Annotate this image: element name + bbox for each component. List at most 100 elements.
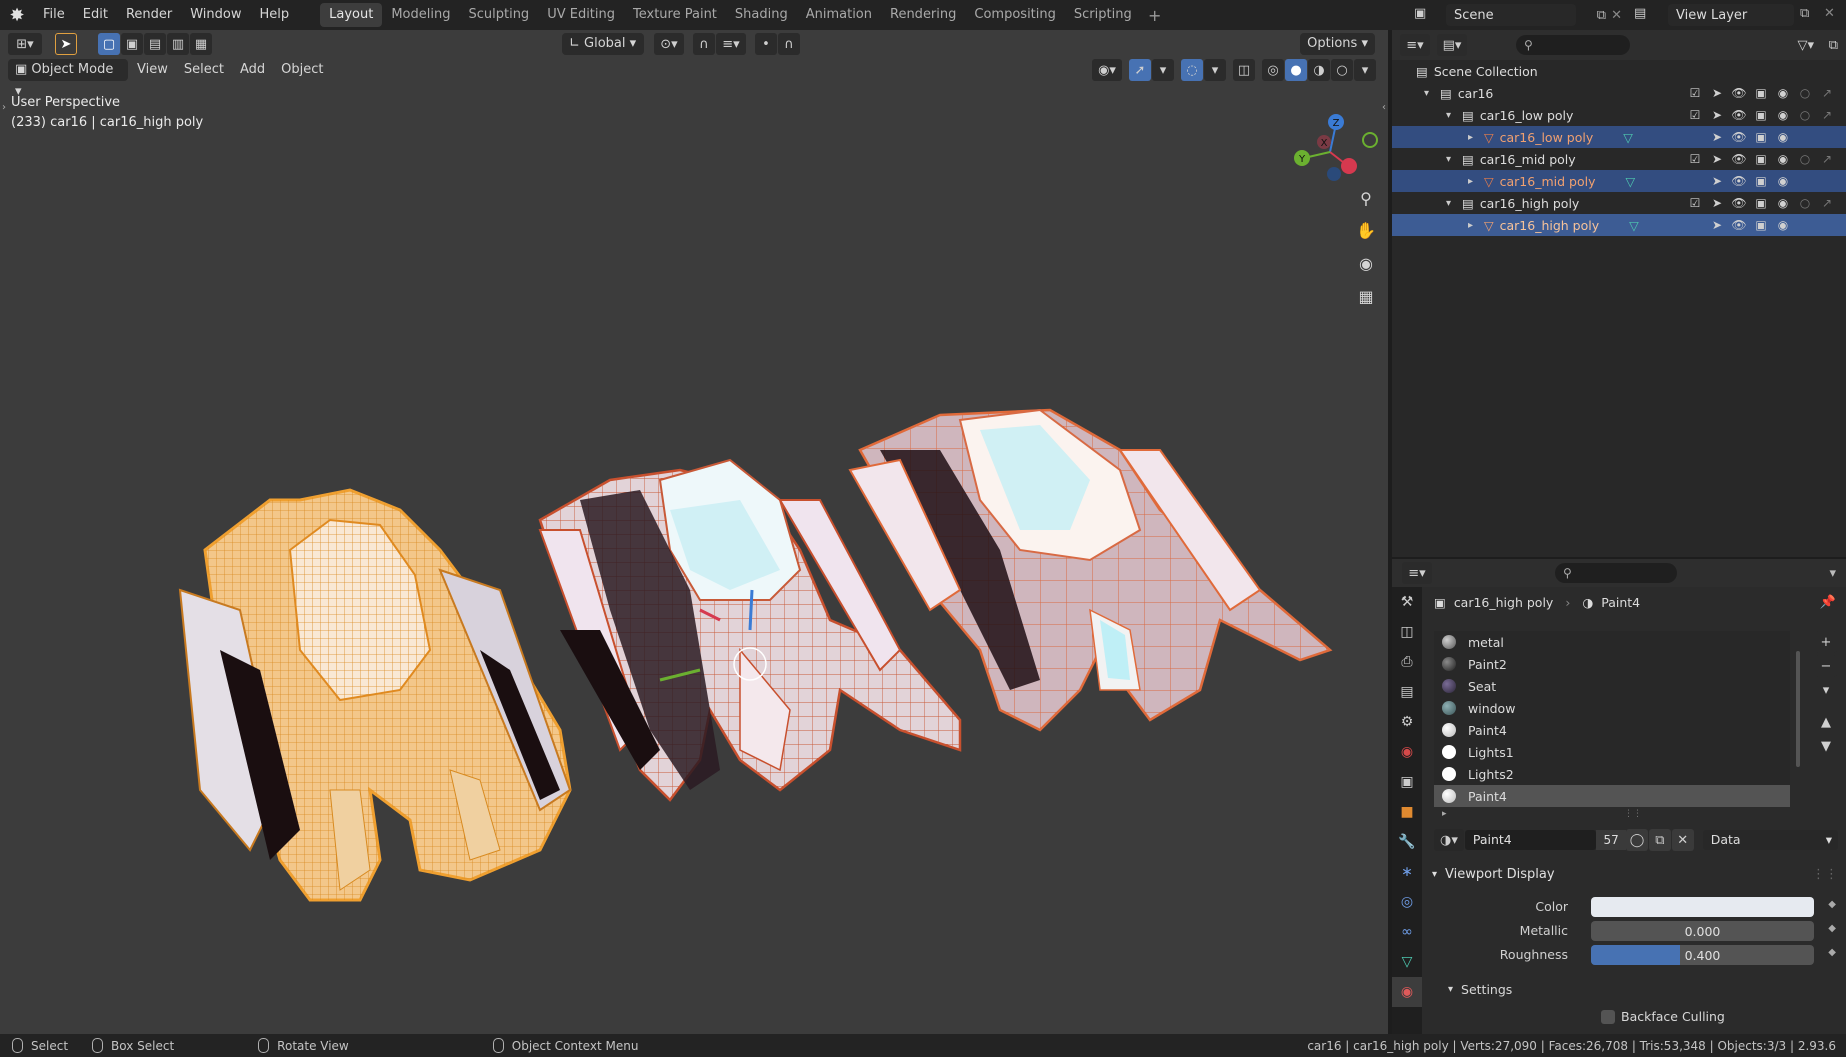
checkbox-icon[interactable]: ☑ <box>1684 108 1706 122</box>
outliner-row-car16-high-poly-object[interactable]: ▸ ▽ car16_high poly ▽ ➤ 👁 ▣ ◉ <box>1392 214 1846 236</box>
outliner-row-car16[interactable]: ▾ ▤ car16 ☑ ➤ 👁 ▣ ◉ ○ ↗ <box>1392 82 1846 104</box>
scene-render[interactable] <box>0 30 1390 1034</box>
constraints-tab-icon[interactable]: ∞ <box>1392 917 1422 947</box>
mesh-data-icon[interactable]: ▽ <box>1625 174 1635 189</box>
browse-material-icon[interactable]: ◑▾ <box>1434 829 1464 851</box>
indirect-icon[interactable]: ↗ <box>1816 196 1838 210</box>
checkbox-icon[interactable]: ☑ <box>1684 86 1706 100</box>
slot-specials-icon[interactable]: ▾ <box>1815 679 1837 701</box>
animate-color-icon[interactable]: ◆ <box>1828 899 1836 910</box>
render-camera-icon[interactable]: ◉ <box>1772 130 1794 144</box>
viewport-disable-icon[interactable]: ▣ <box>1750 196 1772 210</box>
tab-compositing[interactable]: Compositing <box>965 3 1065 27</box>
list-item[interactable]: Paint4 <box>1434 785 1790 807</box>
animate-metallic-icon[interactable]: ◆ <box>1828 923 1836 934</box>
pin-icon[interactable]: 📌 <box>1820 595 1836 610</box>
eye-icon[interactable]: 👁 <box>1728 196 1750 210</box>
output-tab-icon[interactable]: ⎙ <box>1392 647 1422 677</box>
expand-toggle-icon[interactable]: ▸ <box>1468 176 1482 187</box>
delete-view-layer-icon[interactable]: ✕ <box>1824 6 1835 21</box>
add-slot-icon[interactable]: + <box>1815 631 1837 653</box>
panel-drag-handle-icon[interactable]: ⋮⋮ <box>1812 867 1838 882</box>
roughness-slider[interactable]: 0.400 <box>1591 945 1814 965</box>
checkbox-icon[interactable]: ☑ <box>1684 196 1706 210</box>
menu-file[interactable]: File <box>34 0 74 30</box>
viewport-disable-icon[interactable]: ▣ <box>1750 130 1772 144</box>
menu-window[interactable]: Window <box>181 0 250 30</box>
blender-logo-icon[interactable]: ✸ <box>0 0 34 30</box>
physics-tab-icon[interactable]: ◎ <box>1392 887 1422 917</box>
selectable-icon[interactable]: ➤ <box>1706 174 1728 188</box>
viewport-disable-icon[interactable]: ▣ <box>1750 86 1772 100</box>
fake-user-shield-icon[interactable]: ◯ <box>1626 829 1648 851</box>
selectable-icon[interactable]: ➤ <box>1706 196 1728 210</box>
particles-tab-icon[interactable]: ∗ <box>1392 857 1422 887</box>
viewport-disable-icon[interactable]: ▣ <box>1750 108 1772 122</box>
transform-z-handle[interactable] <box>748 589 754 631</box>
filter-icon[interactable]: ▽▾ <box>1797 38 1814 53</box>
eye-icon[interactable]: 👁 <box>1728 218 1750 232</box>
checkbox-icon[interactable]: ☑ <box>1684 152 1706 166</box>
eye-icon[interactable]: 👁 <box>1728 130 1750 144</box>
modifier-tab-icon[interactable]: 🔧 <box>1392 827 1422 857</box>
scene-icon[interactable]: ▣ <box>1414 6 1426 21</box>
expand-toggle-icon[interactable]: ▾ <box>1446 154 1460 165</box>
list-expand-icon[interactable]: ▸ <box>1442 809 1447 819</box>
tab-texture-paint[interactable]: Texture Paint <box>624 3 726 27</box>
move-slot-up-icon[interactable]: ▲ <box>1815 711 1837 733</box>
material-name-field[interactable]: Paint4 <box>1464 830 1597 850</box>
new-material-icon[interactable]: ⧉ <box>1648 829 1671 851</box>
list-item[interactable]: Paint2 <box>1434 653 1790 675</box>
unlink-material-icon[interactable]: ✕ <box>1671 829 1694 851</box>
add-workspace-icon[interactable]: + <box>1145 6 1165 25</box>
metallic-slider[interactable]: 0.000 <box>1591 921 1814 941</box>
user-count-badge[interactable]: 57 <box>1596 830 1627 850</box>
viewport-disable-icon[interactable]: ▣ <box>1750 174 1772 188</box>
list-item[interactable]: Lights1 <box>1434 741 1790 763</box>
panel-viewport-display[interactable]: ▾ Viewport Display ⋮⋮ <box>1428 863 1846 885</box>
world-tab-icon[interactable]: ◉ <box>1392 737 1422 767</box>
eye-icon[interactable]: 👁 <box>1728 108 1750 122</box>
new-scene-icon[interactable]: ⧉ <box>1597 8 1606 23</box>
viewport-disable-icon[interactable]: ▣ <box>1750 152 1772 166</box>
tab-modeling[interactable]: Modeling <box>382 3 459 27</box>
indirect-icon[interactable]: ↗ <box>1816 86 1838 100</box>
tab-animation[interactable]: Animation <box>797 3 881 27</box>
render-camera-icon[interactable]: ◉ <box>1772 174 1794 188</box>
view-layer-icon[interactable]: ▤ <box>1634 6 1646 21</box>
tab-uv-editing[interactable]: UV Editing <box>538 3 624 27</box>
slot-list-scrollbar[interactable] <box>1796 651 1800 767</box>
render-camera-icon[interactable]: ◉ <box>1772 218 1794 232</box>
render-camera-icon[interactable]: ◉ <box>1772 86 1794 100</box>
tab-shading[interactable]: Shading <box>726 3 797 27</box>
render-tab-icon[interactable]: ◫ <box>1392 617 1422 647</box>
3d-viewport[interactable]: ⊞▾ ➤ ▢ ▣ ▤ ▥ ▦ ∟ Global ▾ ⊙▾ ∩ ≡▾ • ∩ Op… <box>0 30 1390 1034</box>
holdout-icon[interactable]: ○ <box>1794 196 1816 210</box>
scene-selector[interactable]: Scene ⧉ ✕ <box>1446 4 1622 26</box>
tab-sculpting[interactable]: Sculpting <box>459 3 538 27</box>
indirect-icon[interactable]: ↗ <box>1816 152 1838 166</box>
animate-roughness-icon[interactable]: ◆ <box>1828 947 1836 958</box>
outliner-row-car16-mid-poly-object[interactable]: ▸ ▽ car16_mid poly ▽ ➤ 👁 ▣ ◉ <box>1392 170 1846 192</box>
expand-toggle-icon[interactable]: ▾ <box>1424 88 1438 99</box>
object-tab-icon[interactable]: ■ <box>1392 797 1422 827</box>
holdout-icon[interactable]: ○ <box>1794 152 1816 166</box>
scene-tab-icon[interactable]: ⚙ <box>1392 707 1422 737</box>
render-camera-icon[interactable]: ◉ <box>1772 152 1794 166</box>
list-item[interactable]: Paint4 <box>1434 719 1790 741</box>
selectable-icon[interactable]: ➤ <box>1706 152 1728 166</box>
outliner-row-car16-low-poly-collection[interactable]: ▾ ▤ car16_low poly ☑ ➤ 👁 ▣ ◉ ○ ↗ <box>1392 104 1846 126</box>
list-item[interactable]: Lights2 <box>1434 763 1790 785</box>
menu-help[interactable]: Help <box>251 0 299 30</box>
tab-layout[interactable]: Layout <box>320 3 383 27</box>
outliner-row-car16-high-poly-collection[interactable]: ▾ ▤ car16_high poly ☑ ➤ 👁 ▣ ◉ ○ ↗ <box>1392 192 1846 214</box>
view-layer-tab-icon[interactable]: ▤ <box>1392 677 1422 707</box>
render-camera-icon[interactable]: ◉ <box>1772 108 1794 122</box>
tab-rendering[interactable]: Rendering <box>881 3 965 27</box>
eye-icon[interactable]: 👁 <box>1728 152 1750 166</box>
delete-scene-icon[interactable]: ✕ <box>1611 8 1622 23</box>
expand-toggle-icon[interactable]: ▾ <box>1446 110 1460 121</box>
subpanel-settings[interactable]: ▾ Settings <box>1448 979 1512 999</box>
holdout-icon[interactable]: ○ <box>1794 108 1816 122</box>
link-selector[interactable]: Data ▾ <box>1702 830 1839 850</box>
